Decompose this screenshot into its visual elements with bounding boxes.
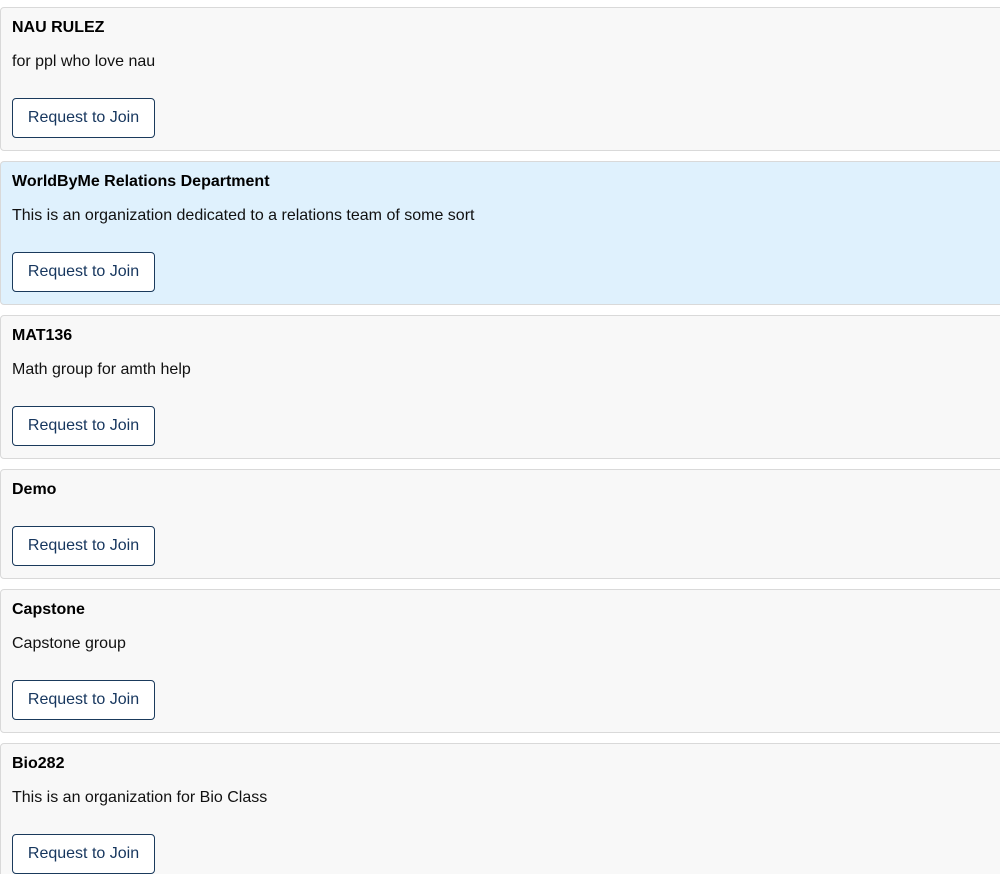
organization-name: NAU RULEZ (12, 19, 105, 36)
organization-card: Demo Request to Join (0, 469, 1000, 579)
organization-name: Demo (12, 481, 57, 498)
organization-description: Capstone group (12, 635, 126, 652)
request-to-join-button[interactable]: Request to Join (12, 98, 155, 138)
organization-name: Capstone (12, 601, 85, 618)
organization-card: Capstone Capstone group Request to Join (0, 589, 1000, 733)
organization-description: for ppl who love nau (12, 53, 156, 70)
organization-name: Bio282 (12, 755, 65, 772)
request-to-join-button[interactable]: Request to Join (12, 252, 155, 292)
organization-name: WorldByMe Relations Department (12, 173, 270, 190)
organization-description: This is an organization dedicated to a r… (12, 207, 475, 224)
organization-card: Bio282 This is an organization for Bio C… (0, 743, 1000, 874)
organization-description: Math group for amth help (12, 361, 191, 378)
organization-card: WorldByMe Relations Department This is a… (0, 161, 1000, 305)
organization-card: NAU RULEZ for ppl who love nau Request t… (0, 7, 1000, 151)
organization-list: NAU RULEZ for ppl who love nau Request t… (0, 0, 1000, 874)
request-to-join-button[interactable]: Request to Join (12, 834, 155, 874)
request-to-join-button[interactable]: Request to Join (12, 526, 155, 566)
organization-card: MAT136 Math group for amth help Request … (0, 315, 1000, 459)
request-to-join-button[interactable]: Request to Join (12, 680, 155, 720)
organization-description: This is an organization for Bio Class (12, 789, 268, 806)
request-to-join-button[interactable]: Request to Join (12, 406, 155, 446)
organization-name: MAT136 (12, 327, 73, 344)
